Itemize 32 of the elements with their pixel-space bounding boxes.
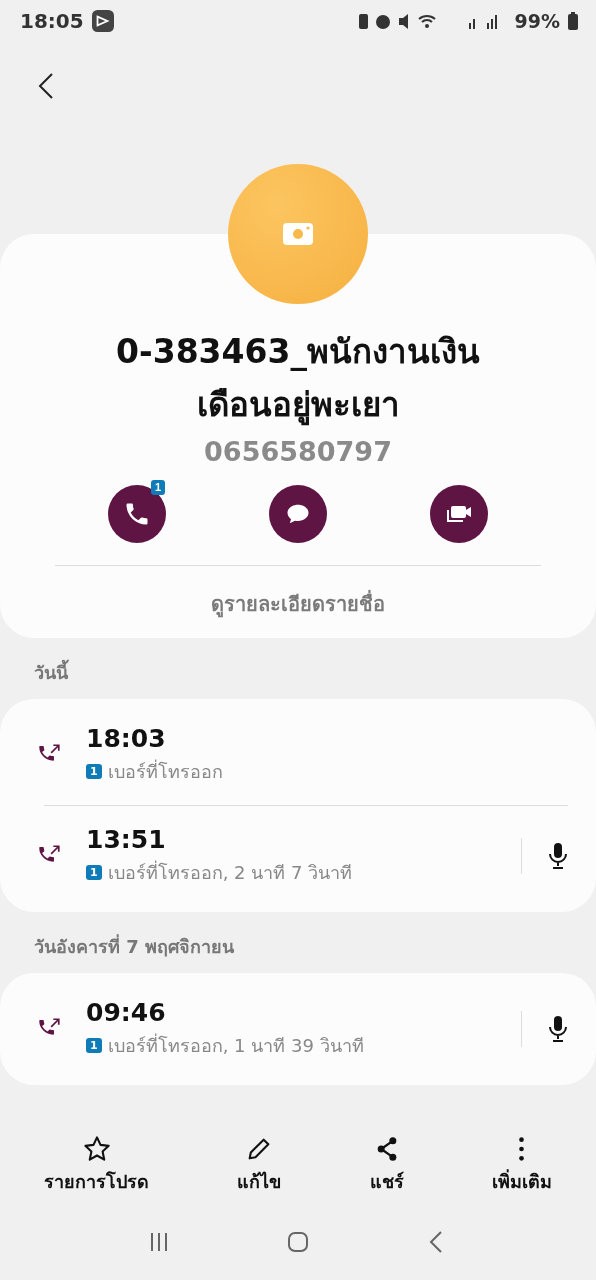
sim-badge: 1: [86, 763, 102, 779]
sim-badge: 1: [86, 1037, 102, 1053]
status-time: 18:05: [20, 9, 84, 33]
date-heading: วันอังคารที่ 7 พฤศจิกายน: [33, 933, 236, 959]
more-options-icon: [519, 1135, 525, 1163]
edit-button[interactable]: แก้ไข: [231, 1135, 288, 1196]
call-time: 09:46: [86, 997, 167, 1027]
battery-percentage: 99%: [514, 10, 560, 32]
microphone-icon[interactable]: [548, 1014, 568, 1043]
app-notification-icon: [91, 10, 114, 32]
sim-badge: 1: [86, 864, 102, 880]
back-icon[interactable]: [38, 72, 54, 100]
call-time: 18:03: [86, 723, 167, 753]
sim-badge: 1: [150, 479, 165, 495]
date-heading: วันนี้: [33, 658, 70, 685]
home-icon[interactable]: [286, 1230, 310, 1254]
call-detail: เบอร์ที่โทรออก, 1 นาที 39 วินาที: [107, 1032, 364, 1058]
contact-name: 0-383463_พนักงานเงินเดือนอยู่พะเยา: [115, 331, 481, 428]
call-detail: เบอร์ที่โทรออก, 2 นาที 7 วินาที: [107, 859, 353, 885]
star-icon: [82, 1135, 111, 1163]
more-button[interactable]: เพิ่มเติม: [485, 1135, 558, 1196]
call-time: 13:51: [86, 824, 167, 854]
favorite-button[interactable]: รายการโปรด: [38, 1135, 156, 1196]
share-button[interactable]: แชร์: [363, 1135, 410, 1196]
camera-icon: [283, 223, 313, 245]
message-button[interactable]: [269, 484, 327, 543]
video-call-button[interactable]: [430, 484, 488, 543]
microphone-icon[interactable]: [548, 841, 568, 870]
call-detail: เบอร์ที่โทรออก: [107, 758, 223, 784]
battery-icon: [568, 12, 578, 30]
phone-number: 0656580797: [204, 435, 392, 467]
view-contact-details-link[interactable]: ดูรายละเอียดรายชื่อ: [211, 587, 385, 620]
